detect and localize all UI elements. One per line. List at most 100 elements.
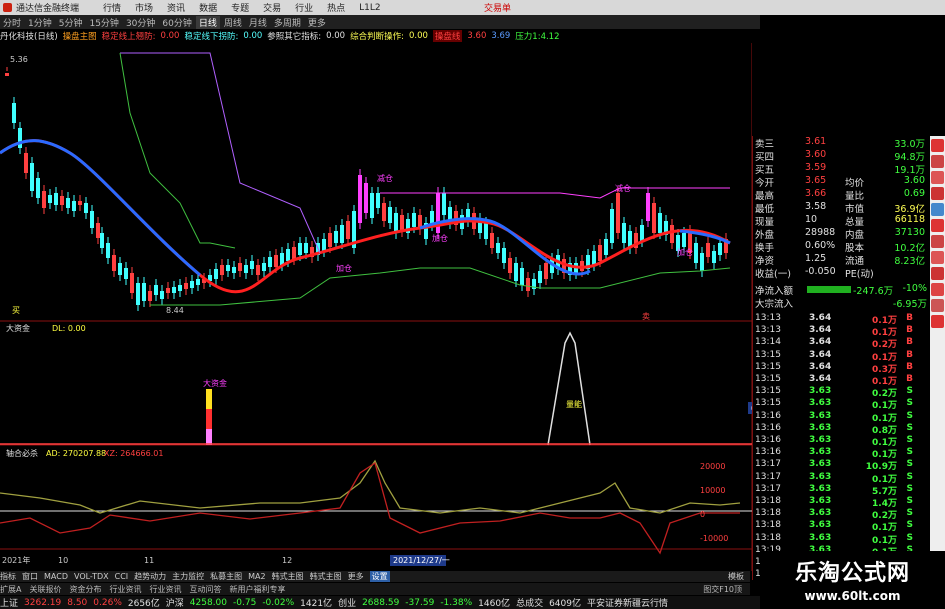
info-tab-6[interactable]: 新用户福利专享 — [229, 584, 285, 595]
period-tab-3[interactable]: 15分钟 — [86, 16, 121, 29]
menu-item-market[interactable]: 市场 — [135, 1, 153, 14]
fund-indicator-value: DL: 0.00 — [52, 324, 86, 333]
quote-label-2: PE(动) — [845, 269, 874, 280]
sidebar-icon-1[interactable] — [931, 139, 944, 152]
sidebar-icon-3[interactable] — [931, 171, 944, 184]
candle-body — [538, 271, 542, 283]
tick-price: 3.63 — [809, 422, 832, 433]
sidebar-icon-5[interactable] — [931, 203, 944, 216]
oscillator-panel: 轴合必杀 AD: 270207.88XZ: 264666.01 20000 10000… — [0, 448, 752, 566]
info-tab-2[interactable]: 资金分布 — [69, 584, 101, 595]
quote-price: 1.25 — [805, 253, 827, 264]
period-tab-1[interactable]: 1分钟 — [25, 16, 55, 29]
info-tab-0[interactable]: 扩展A — [0, 584, 21, 595]
candle-body — [292, 247, 296, 259]
sidebar-icon-8[interactable] — [931, 251, 944, 264]
toolbar-item-10[interactable]: 韩式主图 — [310, 571, 342, 582]
toolbar-item-2[interactable]: MACD — [44, 572, 68, 581]
toolbar-item-5[interactable]: 趋势动力 — [134, 571, 166, 582]
menu-item-quotes[interactable]: 行情 — [103, 1, 121, 14]
ma-blue-line — [0, 139, 201, 277]
period-tab-10[interactable]: 更多 — [305, 16, 329, 29]
tick-time: 13:15 — [755, 349, 781, 360]
toolbar-item-9[interactable]: 韩式主图 — [272, 571, 304, 582]
quote-price: 3.59 — [805, 162, 827, 173]
info-tab-right[interactable]: 图交F10顶 — [703, 584, 742, 595]
menu-item-data[interactable]: 数据 — [199, 1, 217, 14]
quote-label: 最高 — [755, 191, 775, 202]
ind-d-label: 综合判断操作: — [350, 32, 404, 42]
menu-item-l1l2[interactable]: L1L2 — [359, 3, 380, 13]
period-tab-4[interactable]: 30分钟 — [123, 16, 158, 29]
menu-item-trade[interactable]: 交易 — [263, 1, 281, 14]
sh-label[interactable]: 上证 — [0, 596, 18, 609]
tick-volume: 0.1万 — [872, 523, 897, 534]
tick-row: 13:15 3.63 0.2万 S — [753, 386, 931, 399]
sidebar-icon-6[interactable] — [931, 219, 944, 232]
toolbar-item-0[interactable]: 指标 — [0, 571, 16, 582]
period-tab-8[interactable]: 月线 — [246, 16, 270, 29]
sz-label[interactable]: 沪深 — [166, 596, 184, 609]
tick-direction: S — [906, 435, 913, 445]
cy-percent: -1.38% — [440, 597, 473, 608]
sidebar-icon-7[interactable] — [931, 235, 944, 248]
toolbar-item-6[interactable]: 主力监控 — [172, 571, 204, 582]
sidebar-icon-4[interactable] — [931, 187, 944, 200]
period-tab-2[interactable]: 5分钟 — [56, 16, 86, 29]
tick-price: 3.63 — [809, 459, 832, 470]
tick-direction: S — [906, 496, 913, 506]
tick-direction: B — [906, 325, 913, 336]
toolbar-item-4[interactable]: CCI — [115, 572, 129, 581]
menu-item-topics[interactable]: 专题 — [231, 1, 249, 14]
indicator-name[interactable]: 操盘主图 — [63, 30, 97, 42]
toolbar-item-11[interactable]: 更多 — [348, 571, 364, 582]
toolbar-item-1[interactable]: 窗口 — [22, 571, 38, 582]
toolbar-item-8[interactable]: MA2 — [248, 572, 265, 581]
period-tab-7[interactable]: 周线 — [221, 16, 245, 29]
support-line — [150, 267, 731, 306]
tick-price: 3.63 — [809, 508, 832, 519]
fund-indicator-name: 大资金 — [6, 323, 30, 333]
sidebar-icon-2[interactable] — [931, 155, 944, 168]
candle-body — [514, 263, 518, 281]
quote-row: 最低 3.58 市值 36.9亿 — [753, 201, 931, 215]
period-tab-6[interactable]: 日线 — [195, 15, 220, 29]
candle-body — [544, 263, 548, 279]
toolbar-item-3[interactable]: VOL-TDX — [74, 572, 109, 581]
tick-volume: 0.3万 — [872, 364, 897, 375]
tick-direction: B — [906, 349, 913, 360]
main-indicator-line: 丹化科技(日线) 操盘主图 稳定线上翘防: 0.00 稳定线下拐防: 0.00 … — [0, 29, 760, 43]
candle-body — [78, 201, 82, 205]
sidebar-icon-12[interactable] — [931, 315, 944, 328]
menu-item-news[interactable]: 资讯 — [167, 1, 185, 14]
period-tab-9[interactable]: 多周期 — [271, 16, 304, 29]
quote-price: 3.60 — [805, 149, 827, 160]
candle-body — [334, 231, 338, 243]
menu-item-hot[interactable]: 热点 — [327, 1, 345, 14]
sidebar-icon-11[interactable] — [931, 299, 944, 312]
candle-body — [658, 213, 662, 233]
info-tab-5[interactable]: 互动问答 — [189, 584, 221, 595]
trade-order-button[interactable]: 交易单 — [484, 1, 511, 14]
fund-bar-yellow — [206, 389, 212, 409]
toolbar-item-7[interactable]: 私募主图 — [210, 571, 242, 582]
tick-direction: B — [906, 337, 913, 348]
candle-body — [166, 288, 170, 293]
chart-area[interactable]: 大资金DL: 0.00大资金量能1.000.800.600.400.200.54… — [0, 43, 752, 571]
period-tab-5[interactable]: 60分钟 — [159, 16, 194, 29]
info-tab-3[interactable]: 行业资讯 — [109, 584, 141, 595]
toolbar-item-12[interactable]: 设置 — [369, 571, 390, 582]
candle-body — [268, 257, 272, 267]
cy-label[interactable]: 创业 — [338, 596, 356, 609]
candle-body — [226, 265, 230, 271]
info-tab-1[interactable]: 关联报价 — [29, 584, 61, 595]
info-tab-4[interactable]: 行业资讯 — [149, 584, 181, 595]
ind-g-value: 压力1:4.12 — [515, 32, 560, 42]
menu-item-industry[interactable]: 行业 — [295, 1, 313, 14]
sidebar-icon-9[interactable] — [931, 267, 944, 280]
toolbar-template[interactable]: 模板 — [728, 571, 744, 582]
quote-panel: 卖三 3.61 33.0万 买四 3.60 94.8万 买五 3.59 19.1万 今开 3.65 均… — [752, 136, 931, 582]
candle-body — [214, 269, 218, 279]
sidebar-icon-10[interactable] — [931, 283, 944, 296]
period-tab-0[interactable]: 分时 — [0, 16, 24, 29]
